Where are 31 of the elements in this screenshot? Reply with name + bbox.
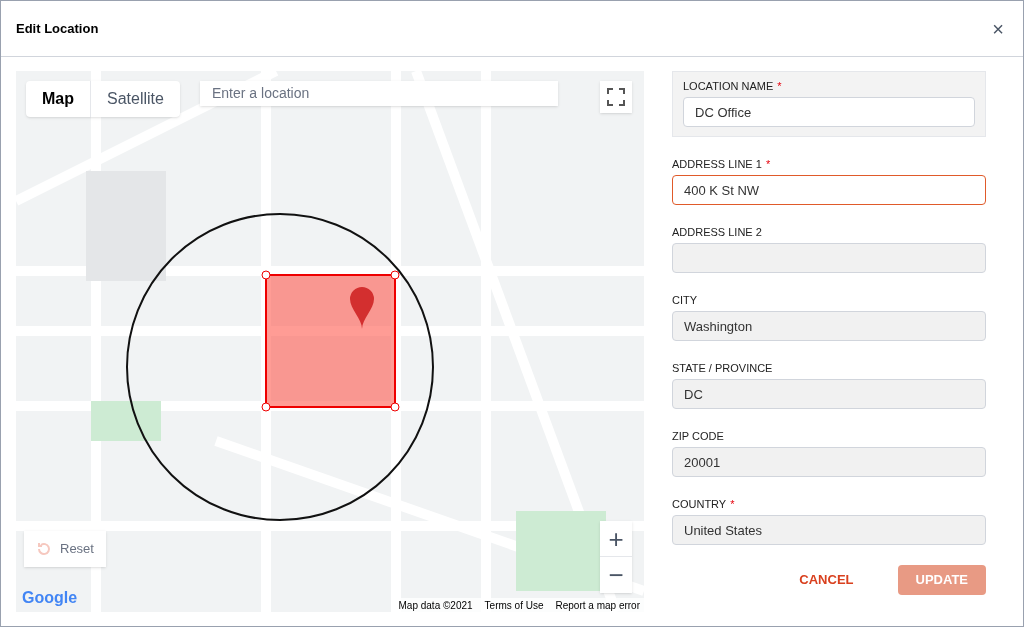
location-search-field[interactable]: Enter a location — [200, 81, 558, 106]
text-field[interactable]: 400 K St NW — [672, 175, 986, 205]
location-pin-icon[interactable] — [350, 287, 374, 329]
field-label: STATE / PROVINCE — [672, 362, 774, 375]
location-search-input[interactable]: Enter a location — [212, 83, 546, 104]
dialog-title: Edit Location — [16, 19, 99, 38]
field-label: COUNTRY — [672, 498, 727, 511]
field-label: CITY — [672, 294, 699, 307]
field-label: ADDRESS LINE 1 — [672, 158, 762, 171]
required-mark: * — [777, 80, 782, 93]
cancel-button[interactable]: CANCEL — [781, 565, 872, 595]
text-field[interactable]: DC Office — [683, 97, 975, 127]
map-footer-link[interactable]: Terms of Use — [484, 597, 544, 612]
map-logo: Google — [22, 588, 78, 608]
map-type-tab[interactable]: Satellite — [91, 81, 180, 117]
map-type-tab[interactable]: Map — [26, 81, 91, 117]
field-label: ZIP CODE — [672, 430, 725, 443]
zoom-out-button[interactable]: − — [600, 557, 632, 593]
map-attribution: Map data ©2021 — [398, 598, 473, 612]
reset-icon — [36, 541, 52, 557]
close-button[interactable]: × — [988, 18, 1008, 39]
field-label: ADDRESS LINE 2 — [672, 226, 763, 239]
radius-circle[interactable] — [126, 213, 434, 521]
field-label: LOCATION NAME — [683, 80, 774, 93]
required-mark: * — [765, 158, 771, 171]
fullscreen-button[interactable] — [600, 81, 632, 113]
map-footer-link[interactable]: Report a map error — [555, 597, 640, 612]
area-polygon[interactable] — [261, 270, 400, 412]
fullscreen-icon — [607, 88, 625, 106]
required-mark: * — [730, 498, 735, 511]
zoom-in-button[interactable]: + — [600, 521, 632, 557]
